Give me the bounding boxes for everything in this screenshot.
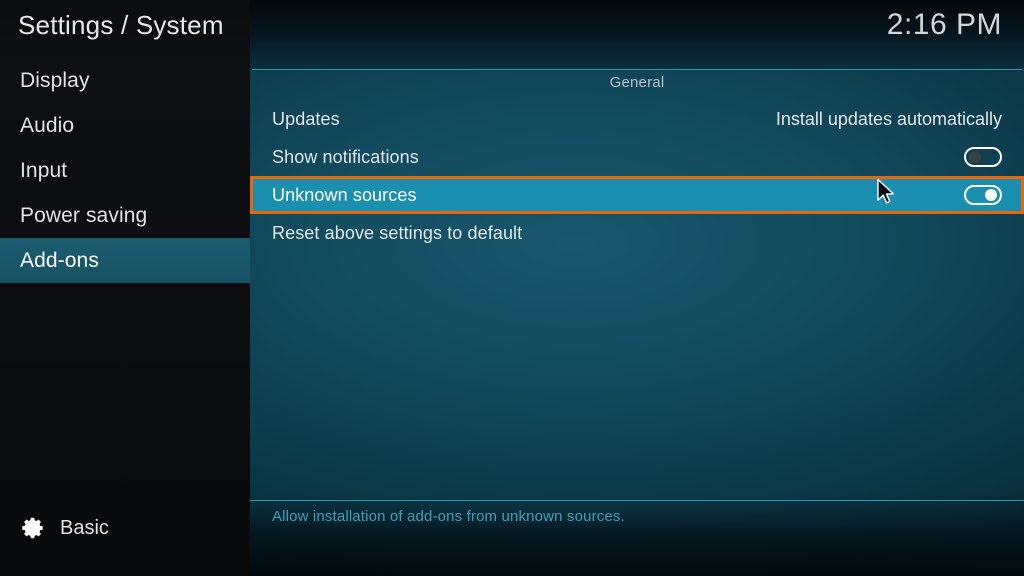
hint-divider: [250, 500, 1024, 501]
settings-list: Updates Install updates automatically Sh…: [250, 100, 1024, 252]
settings-level-label: Basic: [60, 516, 109, 539]
sidebar-item-label: Add-ons: [20, 248, 99, 272]
sidebar-item-label: Audio: [20, 113, 75, 137]
content-top-divider: [252, 69, 1022, 70]
window-header: Settings / System 2:16 PM: [0, 0, 1024, 57]
toggle-knob: [969, 151, 981, 163]
setting-row-reset-to-default[interactable]: Reset above settings to default: [250, 214, 1024, 252]
sidebar-item-label: Power saving: [20, 203, 148, 227]
toggle-show-notifications[interactable]: [964, 147, 1002, 167]
setting-label: Unknown sources: [272, 184, 417, 205]
setting-label: Updates: [272, 108, 340, 129]
sidebar-item-label: Display: [20, 68, 90, 92]
settings-level-button[interactable]: Basic: [0, 508, 250, 548]
section-title: General: [609, 74, 665, 91]
sidebar-item-add-ons[interactable]: Add-ons: [0, 238, 250, 283]
setting-row-show-notifications[interactable]: Show notifications: [250, 138, 1024, 176]
settings-content: General Updates Install updates automati…: [250, 0, 1024, 576]
clock: 2:16 PM: [886, 8, 1002, 41]
page-title: Settings / System: [18, 10, 224, 40]
setting-row-updates[interactable]: Updates Install updates automatically: [250, 100, 1024, 138]
setting-label: Show notifications: [272, 146, 419, 167]
gear-icon: [20, 515, 46, 541]
toggle-knob: [985, 189, 997, 201]
sidebar: Display Audio Input Power saving Add-ons…: [0, 57, 250, 576]
setting-description-hint: Allow installation of add-ons from unkno…: [272, 508, 625, 525]
setting-row-unknown-sources[interactable]: Unknown sources: [250, 176, 1024, 214]
sidebar-item-label: Input: [20, 158, 68, 182]
sidebar-item-power-saving[interactable]: Power saving: [0, 193, 250, 238]
sidebar-item-display[interactable]: Display: [0, 58, 250, 103]
kodi-settings-screen: Settings / System 2:16 PM Display Audio …: [0, 0, 1024, 576]
sidebar-item-audio[interactable]: Audio: [0, 103, 250, 148]
setting-value[interactable]: Install updates automatically: [776, 109, 1002, 130]
toggle-unknown-sources[interactable]: [964, 185, 1002, 205]
sidebar-item-input[interactable]: Input: [0, 148, 250, 193]
setting-label: Reset above settings to default: [272, 222, 523, 243]
